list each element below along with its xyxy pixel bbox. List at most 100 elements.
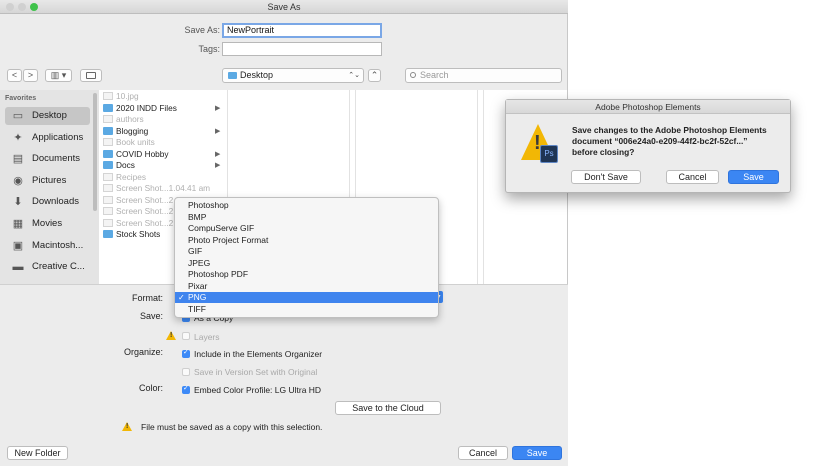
layers-label: Layers: [194, 332, 220, 342]
file-row[interactable]: 2020 INDD Files ▶: [103, 103, 223, 114]
window-titlebar: Save As: [0, 0, 568, 14]
documents-icon: ▤: [12, 153, 24, 166]
sidebar-item[interactable]: ▦ Movies: [5, 215, 90, 233]
format-option[interactable]: Photo Project Format: [175, 235, 438, 246]
sidebar-item[interactable]: ▬ Creative C...: [5, 258, 90, 276]
version-set-checkbox[interactable]: [182, 368, 190, 376]
file-name: authors: [116, 114, 144, 124]
format-option[interactable]: Pixar: [175, 281, 438, 292]
sidebar-item-label: Movies: [32, 218, 63, 229]
sidebar-item[interactable]: ✦ Applications: [5, 129, 90, 147]
zoom-window-button[interactable]: [30, 3, 38, 11]
sidebar-item[interactable]: ▤ Documents: [5, 150, 90, 168]
format-option[interactable]: GIF: [175, 246, 438, 257]
file-name: Screen Shot...2.: [116, 206, 176, 216]
format-option[interactable]: Photoshop PDF: [175, 269, 438, 280]
tags-label: Tags:: [198, 44, 220, 54]
close-window-button[interactable]: [6, 3, 14, 11]
embed-profile-checkbox[interactable]: [182, 384, 190, 394]
format-option-label: Photo Project Format: [188, 234, 269, 245]
downloads-icon: ⬇: [13, 196, 23, 209]
desktop-icon: ▭: [12, 110, 24, 122]
save-label: Save:: [139, 311, 163, 321]
search-icon: [410, 72, 416, 78]
sidebar-item[interactable]: ▣ Macintosh...: [5, 237, 90, 255]
file-row[interactable]: Blogging ▶: [103, 126, 223, 137]
format-option-label: Photoshop PDF: [188, 269, 249, 279]
format-option[interactable]: Photoshop: [175, 200, 438, 211]
folder-icon: [103, 126, 113, 135]
file-name: 2020 INDD Files: [116, 102, 177, 113]
file-name: 10.jpg: [116, 91, 139, 101]
format-option[interactable]: JPEG: [175, 258, 438, 269]
back-button[interactable]: <: [7, 69, 22, 82]
search-placeholder: Search: [420, 70, 449, 80]
sidebar-item-label: Applications: [32, 131, 84, 143]
folder-plus-icon: [86, 72, 96, 79]
collapse-dialog-button[interactable]: ⌃: [368, 69, 381, 82]
updown-icon: ⌃⌄: [348, 72, 360, 79]
favorites-heading: Favorites: [5, 95, 37, 102]
sidebar-item[interactable]: ◉ Pictures: [5, 172, 90, 190]
minimize-window-button[interactable]: [18, 3, 26, 11]
applications-icon: ✦: [13, 131, 23, 144]
column-divider: [483, 90, 484, 284]
save-button[interactable]: Save: [512, 446, 562, 460]
sidebar-scrollbar[interactable]: [93, 93, 97, 211]
folder-icon: [103, 161, 113, 169]
layers-checkbox[interactable]: [182, 332, 190, 340]
folder-icon: ▬: [12, 261, 24, 274]
format-option[interactable]: TIFF: [175, 304, 438, 315]
file-name: Screen Shot...1.04.41 am: [116, 183, 211, 193]
disclosure-arrow-icon: ▶: [215, 104, 221, 112]
color-label: Color:: [138, 383, 163, 393]
sidebar-item-label: Creative C...: [32, 261, 85, 273]
sidebar-item[interactable]: ⬇ Downloads: [5, 193, 90, 211]
new-folder-toolbar-button[interactable]: [80, 69, 102, 82]
forward-button[interactable]: >: [23, 69, 38, 82]
chevron-right-icon: >: [27, 70, 34, 80]
view-mode-button[interactable]: ▥ ▾: [45, 69, 72, 82]
tags-input[interactable]: [222, 42, 382, 56]
file-row[interactable]: authors: [103, 114, 223, 125]
alert-cancel-button[interactable]: Cancel: [666, 170, 719, 184]
format-option-label: CompuServe GIF: [188, 223, 255, 233]
alert-save-button[interactable]: Save: [728, 170, 779, 184]
format-option[interactable]: BMP: [175, 212, 438, 223]
file-row[interactable]: COVID Hobby ▶: [103, 149, 223, 160]
format-label: Format:: [131, 293, 163, 303]
file-row[interactable]: Recipes: [103, 172, 223, 183]
format-option[interactable]: CompuServe GIF: [175, 223, 438, 234]
format-option-label: Pixar: [188, 280, 208, 291]
new-folder-button[interactable]: New Folder: [7, 446, 68, 460]
alert-line-1: Save changes to the Adobe Photoshop Elem…: [572, 125, 767, 135]
file-row[interactable]: Screen Shot...1.04.41 am: [103, 183, 223, 194]
version-set-label: Save in Version Set with Original: [194, 367, 318, 377]
document-icon: [103, 195, 113, 204]
save-to-cloud-button[interactable]: Save to the Cloud: [335, 401, 441, 415]
organize-label: Organize:: [123, 347, 163, 357]
location-popup[interactable]: Desktop ⌃⌄: [222, 68, 364, 83]
copy-warning-text: File must be saved as a copy with this s…: [141, 422, 323, 432]
search-input[interactable]: Search: [405, 68, 562, 83]
format-option[interactable]: ✓ PNG: [175, 292, 438, 304]
cancel-button[interactable]: Cancel: [458, 446, 508, 460]
file-name: Book units: [116, 137, 155, 147]
include-organizer-checkbox[interactable]: [182, 348, 190, 358]
format-option-label: PNG: [188, 292, 207, 302]
dont-save-button[interactable]: Don't Save: [571, 170, 641, 184]
document-icon: [103, 172, 113, 181]
file-row[interactable]: Book units: [103, 137, 223, 148]
disclosure-arrow-icon: ▶: [215, 127, 221, 135]
document-icon: [103, 184, 113, 192]
file-row[interactable]: 10.jpg: [103, 91, 223, 102]
sidebar-item[interactable]: ▭ Desktop: [5, 107, 90, 125]
format-option-label: BMP: [188, 211, 207, 222]
alert-message: Save changes to the Adobe Photoshop Elem…: [572, 125, 786, 158]
sidebar: Favorites ▭ Desktop ✦ Applications ▤ Document…: [0, 90, 99, 284]
filename-input[interactable]: NewPortrait: [222, 23, 382, 38]
sidebar-item-label: Macintosh...: [32, 239, 84, 251]
save-as-label: Save As:: [184, 25, 220, 35]
file-row[interactable]: Docs ▶: [103, 160, 223, 171]
window-title: Save As: [267, 2, 301, 12]
